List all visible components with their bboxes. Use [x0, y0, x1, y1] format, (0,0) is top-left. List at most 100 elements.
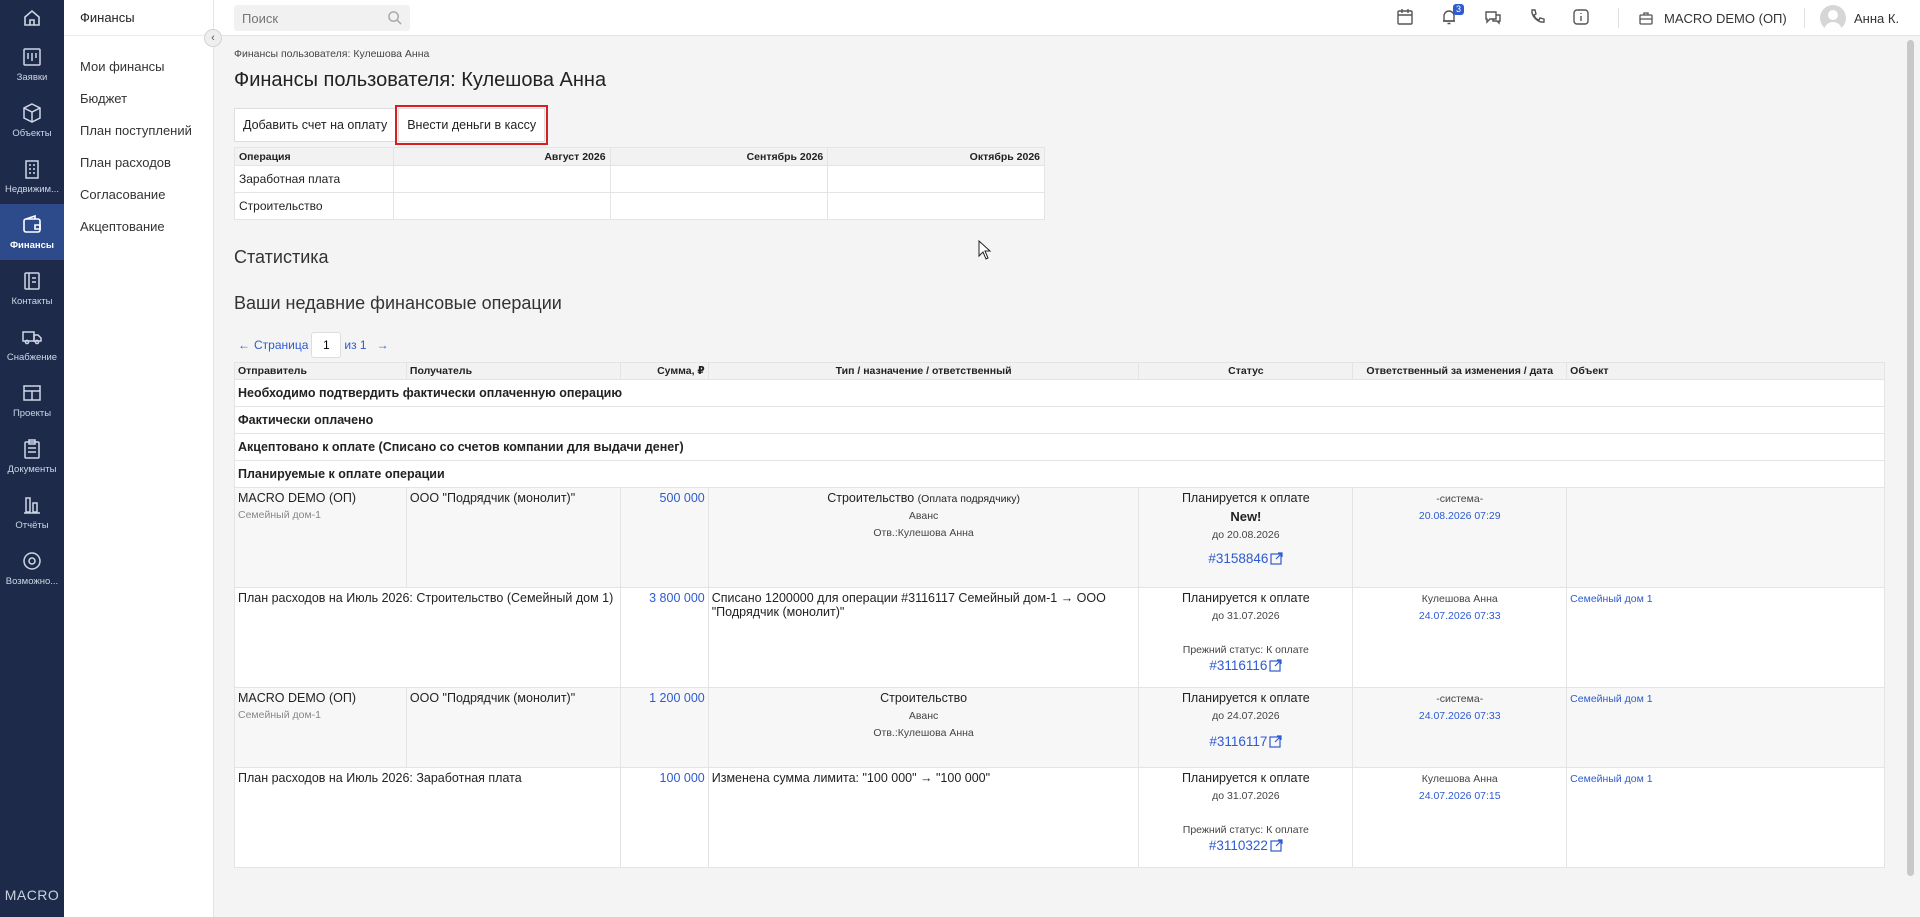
- transactions-table: Отправитель Получатель Сумма, ₽ Тип / на…: [234, 362, 1885, 868]
- column-header: Сумма, ₽: [619, 362, 709, 380]
- settings-icon: [23, 551, 41, 570]
- subnav-item-approval[interactable]: Согласование: [64, 180, 213, 212]
- add-invoice-button[interactable]: Добавить счет на оплату: [234, 108, 397, 142]
- mouse-cursor-icon: [978, 240, 992, 260]
- object-link[interactable]: Семейный дом 1: [1570, 693, 1652, 705]
- search-icon: [388, 11, 402, 25]
- operation-link[interactable]: #3116117: [1209, 734, 1282, 749]
- prev-page-button[interactable]: ←: [234, 338, 254, 352]
- operation-id: #3116116: [1209, 658, 1268, 673]
- home-button[interactable]: [0, 0, 64, 36]
- column-header: Отправитель: [234, 362, 407, 380]
- table-row: План расходов на Июль 2026: Заработная п…: [234, 767, 1885, 868]
- company-switcher[interactable]: MACRO DEMO (ОП): [1638, 0, 1787, 36]
- due-date: до 24.07.2026: [1212, 710, 1280, 722]
- table-cell: [827, 192, 1045, 220]
- table-cell: [827, 165, 1045, 193]
- sender-cell: MACRO DEMO (ОП) Семейный дом-1: [234, 487, 407, 588]
- group-title: Необходимо подтвердить фактически оплаче…: [234, 379, 1885, 407]
- operation-link[interactable]: #3116116: [1209, 658, 1282, 673]
- sender: План расходов на Июль 2026: Строительств…: [234, 587, 621, 688]
- amount[interactable]: 3 800 000: [619, 587, 709, 688]
- object-cell: [1566, 487, 1885, 588]
- column-header: Получатель: [405, 362, 621, 380]
- changed-at[interactable]: 24.07.2026 07:15: [1356, 790, 1563, 802]
- status-cell: Планируется к оплате до 31.07.2026 Прежн…: [1138, 767, 1354, 868]
- rail-item-realty[interactable]: Недвижим...: [0, 148, 64, 204]
- page-scrollbar[interactable]: [1907, 40, 1914, 876]
- subnav-item-expense-plan[interactable]: План расходов: [64, 148, 213, 180]
- rail-label: Финансы: [9, 239, 55, 251]
- rail-item-reports[interactable]: Отчёты: [0, 484, 64, 540]
- calendar-button[interactable]: [1396, 8, 1416, 28]
- deposit-cash-button[interactable]: Внести деньги в кассу: [395, 105, 549, 145]
- user-name: Анна К.: [1854, 10, 1900, 26]
- responsible: Отв.:Кулешова Анна: [873, 527, 974, 539]
- operation-link[interactable]: #3110322: [1209, 838, 1283, 853]
- rail-item-features[interactable]: Возможно...: [0, 540, 64, 596]
- search-box[interactable]: [234, 5, 410, 31]
- operation-id: #3110322: [1208, 838, 1268, 853]
- column-header: Операция: [234, 147, 394, 166]
- changed-at[interactable]: 24.07.2026 07:33: [1356, 710, 1563, 722]
- rail-item-supply[interactable]: Снабжение: [0, 316, 64, 372]
- changes-cell: Кулешова Анна 24.07.2026 07:33: [1352, 587, 1568, 688]
- amount[interactable]: 500 000: [619, 487, 709, 588]
- operation-link[interactable]: #3158846: [1208, 551, 1283, 566]
- object-link[interactable]: Семейный дом 1: [1570, 593, 1652, 605]
- object-cell: Семейный дом 1: [1566, 767, 1885, 868]
- table-cell: [609, 192, 829, 220]
- rail-item-finance[interactable]: Финансы: [0, 204, 64, 260]
- chat-button[interactable]: [1484, 8, 1504, 28]
- subnav-item-income-plan[interactable]: План поступлений: [64, 116, 213, 148]
- changes-cell: -система- 24.07.2026 07:33: [1352, 687, 1568, 768]
- amount[interactable]: 1 200 000: [619, 687, 709, 768]
- changed-by: Кулешова Анна: [1421, 593, 1498, 605]
- amount[interactable]: 100 000: [619, 767, 709, 868]
- tasks-icon: [23, 47, 41, 66]
- subnav-item-budget[interactable]: Бюджет: [64, 84, 213, 116]
- previous-status: Прежний статус: К оплате: [1182, 824, 1309, 836]
- group-row: Необходимо подтвердить фактически оплаче…: [234, 379, 1885, 407]
- info-button[interactable]: [1572, 8, 1592, 28]
- phone-icon: [1531, 9, 1545, 23]
- object-link[interactable]: Семейный дом 1: [1570, 773, 1652, 785]
- recent-operations-heading: Ваши недавние финансовые операции: [234, 293, 562, 313]
- changes-cell: -система- 20.08.2026 07:29: [1352, 487, 1568, 588]
- search-input[interactable]: [234, 5, 374, 31]
- action-bar: Добавить счет на оплату Внести деньги в …: [234, 105, 549, 145]
- rail-item-projects[interactable]: Проекты: [0, 372, 64, 428]
- status: Планируется к оплате: [1181, 591, 1310, 605]
- notifications-button[interactable]: 3: [1440, 4, 1464, 28]
- subnav-item-acceptance[interactable]: Акцептование: [64, 212, 213, 244]
- recipient: ООО "Подрядчик (монолит)": [405, 487, 621, 588]
- changed-at[interactable]: 24.07.2026 07:33: [1356, 610, 1563, 622]
- phone-button[interactable]: [1528, 8, 1548, 28]
- next-page-button[interactable]: →: [373, 338, 393, 352]
- status-cell: Планируется к оплате New! до 20.08.2026 …: [1138, 487, 1354, 588]
- rail-item-requests[interactable]: Заявки: [0, 36, 64, 92]
- previous-status: Прежний статус: К оплате: [1182, 644, 1309, 656]
- rail-label: Объекты: [12, 127, 52, 139]
- due-date: до 31.07.2026: [1212, 610, 1280, 622]
- collapse-sidebar-button[interactable]: ‹: [204, 29, 222, 47]
- operation-name: Строительство: [234, 192, 394, 220]
- user-menu[interactable]: Анна К.: [1820, 0, 1899, 36]
- status: Планируется к оплате: [1181, 771, 1310, 785]
- subnav-item-my-finances[interactable]: Мои финансы: [64, 52, 213, 84]
- group-title: Фактически оплачено: [234, 406, 1885, 434]
- chat-icon: [1485, 11, 1501, 25]
- changed-at[interactable]: 20.08.2026 07:29: [1356, 510, 1563, 522]
- rail-label: Недвижим...: [5, 183, 59, 195]
- rail-item-documents[interactable]: Документы: [0, 428, 64, 484]
- operation-name: Заработная плата: [234, 165, 394, 193]
- table-row: Строительство: [234, 192, 1045, 220]
- rail-item-objects[interactable]: Объекты: [0, 92, 64, 148]
- projects-icon: [23, 384, 41, 401]
- top-bar: 3 MACRO DEMO (ОП) Анна К.: [214, 0, 1920, 36]
- main-content: Финансы пользователя: Кулешова Анна Фина…: [234, 36, 1886, 917]
- rail-item-contacts[interactable]: Контакты: [0, 260, 64, 316]
- table-cell: [609, 165, 829, 193]
- status: Планируется к оплате: [1181, 691, 1310, 705]
- page-number-input[interactable]: [311, 332, 342, 358]
